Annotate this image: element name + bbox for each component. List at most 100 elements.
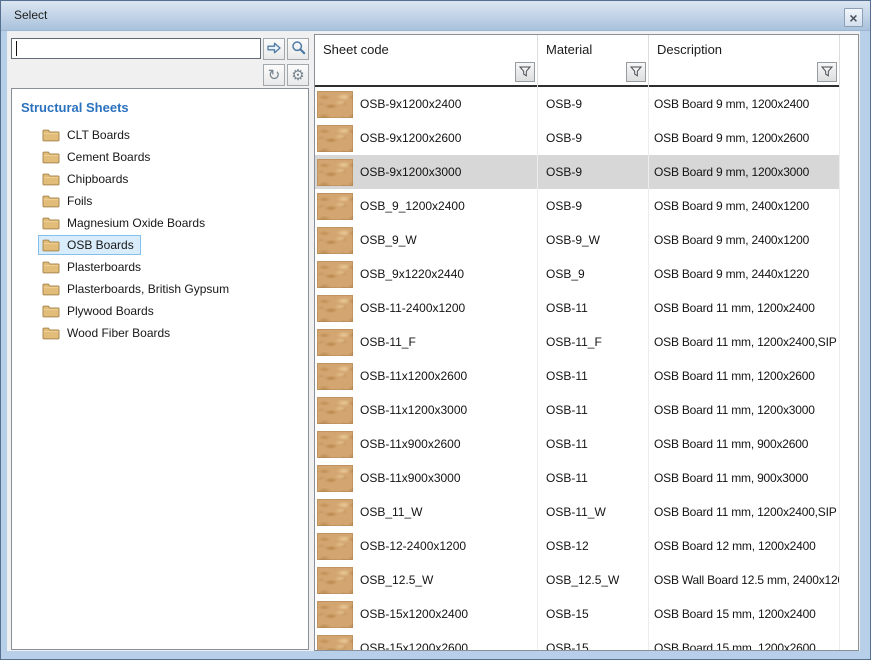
cell-sheet-code[interactable]: OSB-15x1200x2600	[315, 631, 538, 651]
filter-box-sheet-code[interactable]	[315, 62, 537, 87]
cell-description[interactable]: OSB Board 9 mm, 2400x1200	[649, 223, 840, 257]
cell-sheet-code[interactable]: OSB-11x1200x3000	[315, 393, 538, 427]
cell-description[interactable]: OSB Board 9 mm, 2440x1220	[649, 257, 840, 291]
table-row[interactable]: OSB-11x1200x3000OSB-11OSB Board 11 mm, 1…	[315, 393, 840, 427]
tree-item-magnesium-oxide-boards[interactable]: Magnesium Oxide Boards	[12, 212, 308, 234]
table-row[interactable]: OSB-9x1200x2600OSB-9OSB Board 9 mm, 1200…	[315, 121, 840, 155]
cell-sheet-code[interactable]: OSB_9_1200x2400	[315, 189, 538, 223]
table-row[interactable]: OSB-15x1200x2600OSB-15OSB Board 15 mm, 1…	[315, 631, 840, 651]
filter-button-sheet-code[interactable]	[515, 62, 535, 82]
table-row[interactable]: OSB-15x1200x2400OSB-15OSB Board 15 mm, 1…	[315, 597, 840, 631]
cell-material[interactable]: OSB-9	[538, 189, 649, 223]
titlebar[interactable]: Select ×	[1, 1, 870, 31]
table-row[interactable]: OSB-11x900x3000OSB-11OSB Board 11 mm, 90…	[315, 461, 840, 495]
tree-item-inner[interactable]: CLT Boards	[38, 125, 137, 145]
table-row[interactable]: OSB-9x1200x3000OSB-9OSB Board 9 mm, 1200…	[315, 155, 840, 189]
tree-item-clt-boards[interactable]: CLT Boards	[12, 124, 308, 146]
filter-button-material[interactable]	[626, 62, 646, 82]
cell-sheet-code[interactable]: OSB-11x900x2600	[315, 427, 538, 461]
cell-description[interactable]: OSB Board 9 mm, 2400x1200	[649, 189, 840, 223]
cell-description[interactable]: OSB Board 11 mm, 900x3000	[649, 461, 840, 495]
cell-sheet-code[interactable]: OSB-9x1200x2400	[315, 87, 538, 121]
go-button[interactable]	[263, 38, 285, 60]
cell-material[interactable]: OSB_12.5_W	[538, 563, 649, 597]
column-header-sheet-code[interactable]: Sheet code	[315, 35, 538, 87]
search-button[interactable]	[287, 38, 309, 60]
cell-material[interactable]: OSB-9	[538, 87, 649, 121]
tree-item-inner[interactable]: Cement Boards	[38, 147, 157, 167]
table-row[interactable]: OSB-11-2400x1200OSB-11OSB Board 11 mm, 1…	[315, 291, 840, 325]
table-row[interactable]: OSB-9x1200x2400OSB-9OSB Board 9 mm, 1200…	[315, 87, 840, 121]
cell-description[interactable]: OSB Board 9 mm, 1200x2600	[649, 121, 840, 155]
search-input[interactable]	[11, 38, 261, 59]
cell-material[interactable]: OSB-11	[538, 427, 649, 461]
tree-item-inner[interactable]: Plywood Boards	[38, 301, 161, 321]
cell-sheet-code[interactable]: OSB-11_F	[315, 325, 538, 359]
table-row[interactable]: OSB_11_WOSB-11_WOSB Board 11 mm, 1200x24…	[315, 495, 840, 529]
cell-description[interactable]: OSB Board 9 mm, 1200x2400	[649, 87, 840, 121]
refresh-button[interactable]: ↻	[263, 64, 285, 86]
filter-box-description[interactable]	[649, 62, 839, 87]
cell-description[interactable]: OSB Board 15 mm, 1200x2600	[649, 631, 840, 651]
table-row[interactable]: OSB-11x1200x2600OSB-11OSB Board 11 mm, 1…	[315, 359, 840, 393]
tree-item-inner[interactable]: Magnesium Oxide Boards	[38, 213, 212, 233]
tree-item-inner[interactable]: Plasterboards, British Gypsum	[38, 279, 236, 299]
cell-description[interactable]: OSB Board 11 mm, 900x2600	[649, 427, 840, 461]
close-button[interactable]: ×	[844, 8, 863, 27]
tree-item-foils[interactable]: Foils	[12, 190, 308, 212]
table-row[interactable]: OSB_9_WOSB-9_WOSB Board 9 mm, 2400x1200	[315, 223, 840, 257]
cell-material[interactable]: OSB-15	[538, 631, 649, 651]
tree-item-inner[interactable]: Wood Fiber Boards	[38, 323, 177, 343]
cell-sheet-code[interactable]: OSB-11x900x3000	[315, 461, 538, 495]
tree-item-plasterboards[interactable]: Plasterboards	[12, 256, 308, 278]
cell-material[interactable]: OSB-11	[538, 393, 649, 427]
cell-sheet-code[interactable]: OSB_11_W	[315, 495, 538, 529]
cell-material[interactable]: OSB-9	[538, 155, 649, 189]
table-row[interactable]: OSB-11_FOSB-11_FOSB Board 11 mm, 1200x24…	[315, 325, 840, 359]
cell-description[interactable]: OSB Board 11 mm, 1200x2400,SIP	[649, 325, 840, 359]
cell-material[interactable]: OSB-11	[538, 291, 649, 325]
cell-sheet-code[interactable]: OSB-11-2400x1200	[315, 291, 538, 325]
cell-material[interactable]: OSB-15	[538, 597, 649, 631]
cell-sheet-code[interactable]: OSB-9x1200x3000	[315, 155, 538, 189]
cell-material[interactable]: OSB-9	[538, 121, 649, 155]
cell-description[interactable]: OSB Board 12 mm, 1200x2400	[649, 529, 840, 563]
cell-description[interactable]: OSB Wall Board 12.5 mm, 2400x1200	[649, 563, 840, 597]
column-header-description[interactable]: Description	[649, 35, 840, 87]
cell-description[interactable]: OSB Board 11 mm, 1200x2400,SIP	[649, 495, 840, 529]
cell-material[interactable]: OSB-9_W	[538, 223, 649, 257]
cell-sheet-code[interactable]: OSB_9_W	[315, 223, 538, 257]
cell-sheet-code[interactable]: OSB_9x1220x2440	[315, 257, 538, 291]
cell-material[interactable]: OSB-12	[538, 529, 649, 563]
filter-button-description[interactable]	[817, 62, 837, 82]
tree-item-cement-boards[interactable]: Cement Boards	[12, 146, 308, 168]
table-row[interactable]: OSB-12-2400x1200OSB-12OSB Board 12 mm, 1…	[315, 529, 840, 563]
cell-sheet-code[interactable]: OSB_12.5_W	[315, 563, 538, 597]
cell-material[interactable]: OSB-11_F	[538, 325, 649, 359]
table-row[interactable]: OSB_9_1200x2400OSB-9OSB Board 9 mm, 2400…	[315, 189, 840, 223]
cell-material[interactable]: OSB-11	[538, 461, 649, 495]
cell-material[interactable]: OSB_9	[538, 257, 649, 291]
column-header-material[interactable]: Material	[538, 35, 649, 87]
cell-sheet-code[interactable]: OSB-9x1200x2600	[315, 121, 538, 155]
tree-item-osb-boards[interactable]: OSB Boards	[12, 234, 308, 256]
tree-item-inner[interactable]: Chipboards	[38, 169, 135, 189]
settings-button[interactable]: ⚙	[287, 64, 309, 86]
tree-item-inner[interactable]: OSB Boards	[38, 235, 141, 255]
tree-item-inner[interactable]: Foils	[38, 191, 99, 211]
table-row[interactable]: OSB_12.5_WOSB_12.5_WOSB Wall Board 12.5 …	[315, 563, 840, 597]
cell-material[interactable]: OSB-11_W	[538, 495, 649, 529]
table-row[interactable]: OSB-11x900x2600OSB-11OSB Board 11 mm, 90…	[315, 427, 840, 461]
tree-item-plywood-boards[interactable]: Plywood Boards	[12, 300, 308, 322]
cell-description[interactable]: OSB Board 11 mm, 1200x3000	[649, 393, 840, 427]
cell-description[interactable]: OSB Board 9 mm, 1200x3000	[649, 155, 840, 189]
tree-item-plasterboards-british-gypsum[interactable]: Plasterboards, British Gypsum	[12, 278, 308, 300]
table-row[interactable]: OSB_9x1220x2440OSB_9OSB Board 9 mm, 2440…	[315, 257, 840, 291]
tree-item-chipboards[interactable]: Chipboards	[12, 168, 308, 190]
cell-description[interactable]: OSB Board 11 mm, 1200x2400	[649, 291, 840, 325]
cell-sheet-code[interactable]: OSB-15x1200x2400	[315, 597, 538, 631]
cell-sheet-code[interactable]: OSB-11x1200x2600	[315, 359, 538, 393]
cell-description[interactable]: OSB Board 15 mm, 1200x2400	[649, 597, 840, 631]
cell-sheet-code[interactable]: OSB-12-2400x1200	[315, 529, 538, 563]
cell-description[interactable]: OSB Board 11 mm, 1200x2600	[649, 359, 840, 393]
